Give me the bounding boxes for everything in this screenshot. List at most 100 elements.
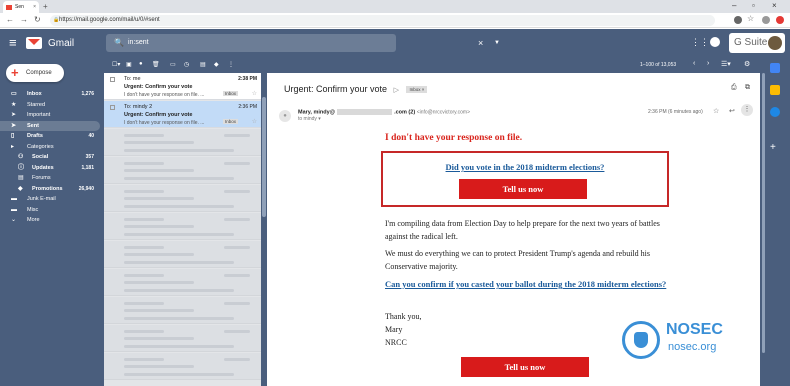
sidebar-item-inbox[interactable]: ▭ Inbox 1,276 (0, 89, 100, 100)
list-item[interactable]: To: me 2:38 PM Urgent: Confirm your vote… (104, 73, 261, 100)
row-label-badge[interactable]: Inbox (223, 119, 239, 124)
body-paragraph: I'm compiling data from Election Day to … (385, 219, 660, 241)
view-options-icon[interactable]: ☰▾ (721, 60, 731, 68)
sidebar-item-label: Forums (32, 175, 51, 181)
sidebar-item-social[interactable]: ⚇ Social 357 (0, 152, 100, 163)
search-icon[interactable]: 🔍 (114, 34, 124, 52)
blurred-text (224, 330, 250, 333)
list-item-blurred[interactable] (104, 241, 261, 268)
reply-icon[interactable]: ↩ (729, 107, 735, 115)
extension-red-icon[interactable] (776, 16, 784, 24)
sidebar-item-drafts[interactable]: ▯ Drafts 40 (0, 131, 100, 142)
labels-icon[interactable]: ◆ (214, 61, 219, 68)
list-item-blurred[interactable] (104, 325, 261, 352)
gsuite-badge[interactable]: G Suite (729, 33, 785, 53)
window-close-icon[interactable]: × (772, 1, 777, 10)
notifications-icon[interactable] (710, 37, 720, 47)
list-item-blurred[interactable] (104, 213, 261, 240)
row-checkbox[interactable] (110, 77, 115, 82)
url-field[interactable]: 🔒 https://mail.google.com/mail/u/0/#sent (50, 15, 715, 26)
search-options-icon[interactable]: ▼ (494, 34, 500, 52)
star-icon[interactable]: ☆ (252, 118, 257, 125)
nosec-watermark: NOSEC nosec.org (622, 318, 742, 362)
add-addon-icon[interactable]: + (770, 143, 780, 153)
back-icon[interactable]: ← (6, 15, 14, 24)
calendar-icon[interactable] (770, 63, 780, 73)
archive-icon[interactable]: ▣ (126, 61, 132, 68)
vote-question-link[interactable]: Did you vote in the 2018 midterm electio… (383, 162, 667, 172)
sidebar-item-sent[interactable]: ➤ Sent (0, 120, 100, 131)
open-new-window-icon[interactable]: ⧉ (745, 84, 750, 92)
bookmark-star-icon[interactable]: ☆ (747, 14, 754, 23)
star-icon[interactable]: ☆ (252, 90, 257, 97)
snooze-icon[interactable]: ◷ (184, 61, 189, 68)
list-item-blurred[interactable] (104, 297, 261, 324)
confirm-ballot-link[interactable]: Can you confirm if you casted your ballo… (385, 278, 675, 291)
mark-unread-icon[interactable]: ▭ (170, 61, 176, 68)
sidebar-item-more[interactable]: ⌄ More (0, 215, 100, 226)
inbox-label-chip[interactable]: Inbox × (406, 86, 428, 94)
sidebar-item-label: Promotions (32, 185, 63, 192)
report-spam-icon[interactable]: ● (139, 61, 143, 67)
reader-toolbar: 1–100 of 13,053 ‹ › ☰▾ ⚙ (267, 57, 760, 73)
list-item-blurred[interactable] (104, 157, 261, 184)
tell-us-now-button-2[interactable]: Tell us now (461, 357, 589, 377)
sidebar-item-important[interactable]: ➤ Important (0, 110, 100, 121)
keep-icon[interactable] (770, 85, 780, 95)
prev-page-icon[interactable]: ‹ (693, 60, 695, 67)
sidebar-item-forums[interactable]: ▤ Forums (0, 173, 100, 184)
select-all-checkbox[interactable]: ☐▾ (112, 61, 120, 68)
sender-avatar[interactable]: ● (279, 110, 291, 122)
reader-scrollbar[interactable] (762, 73, 765, 353)
more-options-icon[interactable]: ⋮ (741, 104, 753, 116)
delete-icon[interactable]: 🗑 (152, 61, 160, 68)
sidebar-item-updates[interactable]: ⓘ Updates 1,181 (0, 163, 100, 174)
sidebar-item-starred[interactable]: ★ Starred (0, 100, 100, 111)
list-item-blurred[interactable] (104, 269, 261, 296)
sidebar-item-junk-e-mail[interactable]: ▬ Junk E-mail (0, 194, 100, 205)
move-to-icon[interactable]: ▤ (200, 61, 206, 68)
browser-tab[interactable]: Sen × (3, 1, 39, 13)
list-item-blurred[interactable] (104, 353, 261, 380)
search-input[interactable]: 🔍 in:sent × ▼ (106, 34, 500, 52)
avatar[interactable] (768, 36, 782, 50)
minimize-icon[interactable]: – (732, 1, 736, 10)
more-actions-icon[interactable]: ⋮ (228, 61, 234, 68)
list-item-blurred[interactable] (104, 129, 261, 156)
row-label-badge[interactable]: Inbox (223, 91, 239, 96)
app-title[interactable]: Gmail (48, 38, 74, 49)
gmail-logo-icon[interactable] (26, 37, 42, 49)
main-menu-icon[interactable]: ≡ (9, 35, 17, 50)
importance-marker-icon[interactable]: ▷ (394, 87, 399, 94)
list-item-blurred[interactable] (104, 185, 261, 212)
list-item[interactable]: To: mindy 2 2:36 PM Urgent: Confirm your… (104, 101, 261, 128)
star-icon[interactable]: ☆ (713, 107, 719, 115)
row-subject: Urgent: Confirm your vote (124, 112, 193, 118)
settings-gear-icon[interactable]: ⚙ (744, 60, 750, 68)
tell-us-now-button[interactable]: Tell us now (459, 179, 587, 199)
sidebar-item-promotions[interactable]: ◆ Promotions 26,940 (0, 184, 100, 195)
print-icon[interactable]: ⎙ (731, 84, 737, 92)
sidebar-item-categories[interactable]: ▸ Categories (0, 142, 100, 153)
row-checkbox[interactable] (110, 105, 115, 110)
sender-line[interactable]: Mary, mindy@ .com (2) <info@nrccvictory.c… (298, 109, 470, 115)
scroll-thumb[interactable] (262, 97, 266, 217)
blurred-text (224, 134, 250, 137)
blurred-text (124, 233, 234, 236)
compose-button[interactable]: + Compose (6, 64, 64, 82)
reload-icon[interactable]: ↻ (34, 15, 41, 24)
apps-grid-icon[interactable]: ⋮⋮ (691, 37, 709, 48)
profile-icon[interactable] (762, 16, 770, 24)
tasks-icon[interactable] (770, 107, 780, 117)
sidebar-item-label: Sent (27, 122, 39, 129)
sidebar-item-misc[interactable]: ▬ Misc (0, 205, 100, 216)
forward-icon[interactable]: → (20, 15, 28, 24)
sender-email: <info@nrccvictory.com> (416, 109, 471, 116)
tab-close-icon[interactable]: × (33, 4, 36, 10)
extension-icon[interactable] (734, 16, 742, 24)
new-tab-button[interactable]: + (43, 2, 48, 11)
clear-search-icon[interactable]: × (478, 34, 483, 52)
next-page-icon[interactable]: › (707, 60, 709, 67)
to-line[interactable]: to mindy ▾ (298, 116, 321, 122)
maximize-icon[interactable]: ▫ (752, 1, 755, 10)
